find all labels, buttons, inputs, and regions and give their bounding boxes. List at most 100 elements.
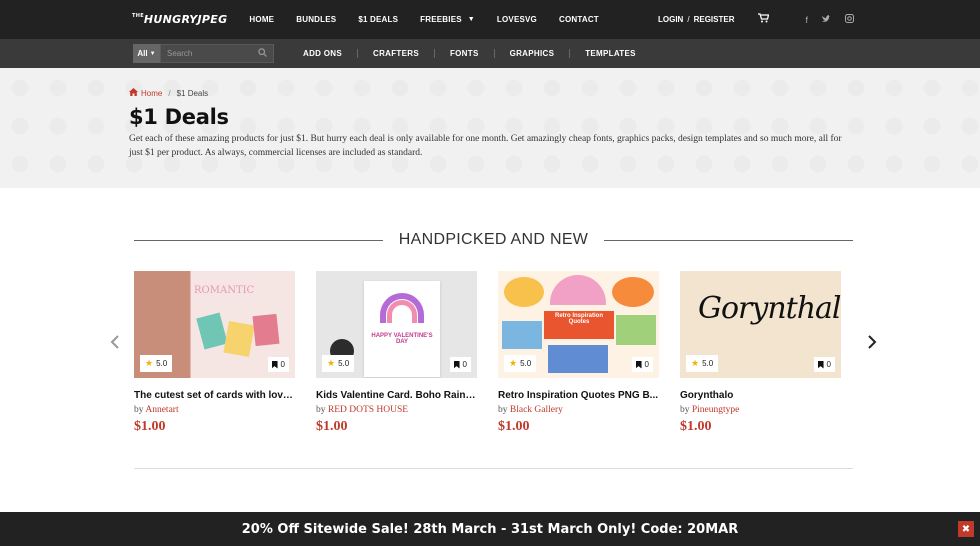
thumb-title: ROMANTIC [194, 285, 255, 296]
bookmark-icon [453, 360, 460, 369]
product-author-line: by RED DOTS HOUSE [316, 405, 477, 415]
rating-value: 5.0 [338, 359, 350, 368]
nav-freebies[interactable]: FREEBIES ▼ [420, 15, 475, 24]
product-card[interactable]: ROMANTIC ★ 5.0 0 The cutest set of cards … [134, 271, 295, 435]
section-heading: HANDPICKED AND NEW [0, 218, 980, 268]
carousel-prev-icon[interactable] [110, 335, 120, 354]
nav-bundles[interactable]: BUNDLES [296, 15, 336, 24]
heading-rule-right [604, 240, 853, 241]
save-badge[interactable]: 0 [267, 357, 289, 372]
thumb-title: HAPPY VALENTINE'S DAY [371, 333, 433, 345]
thumb-decoration [502, 321, 542, 349]
carousel-next-icon[interactable] [867, 335, 877, 354]
product-price: $1.00 [134, 419, 166, 434]
star-icon: ★ [691, 358, 700, 368]
rating-badge: ★ 5.0 [322, 355, 355, 372]
author-link[interactable]: Black Gallery [510, 405, 563, 415]
product-thumbnail[interactable]: Retro Inspiration Quotes ★ 5.0 0 [498, 271, 659, 378]
product-card[interactable]: Gorynthalo ★5.0 0 Gorynthalo by Pineungt… [680, 271, 841, 435]
section-divider [134, 468, 853, 469]
rating-badge: ★ 5.0 [504, 355, 537, 372]
category-bar: All ▼ Search ADD ONS CRAFTERS FONTS GRAPH… [0, 39, 980, 68]
product-card[interactable]: HAPPY VALENTINE'S DAY ★ 5.0 0 Kids Valent… [316, 271, 477, 435]
rainbow-decoration [387, 300, 417, 323]
instagram-icon[interactable] [845, 14, 854, 25]
product-card[interactable]: Retro Inspiration Quotes ★ 5.0 0 Retro In… [498, 271, 659, 435]
search-placeholder: Search [167, 49, 193, 58]
search-category-select[interactable]: All ▼ [133, 44, 160, 63]
product-name[interactable]: Gorynthalo [680, 390, 841, 401]
cart-icon[interactable] [758, 13, 770, 26]
category-add-ons[interactable]: ADD ONS [288, 49, 357, 58]
page-description: Get each of these amazing products for j… [129, 134, 842, 158]
register-link[interactable]: REGISTER [694, 15, 735, 24]
breadcrumb-home[interactable]: Home [129, 88, 162, 98]
page-header: Home / $1 Deals $1 Deals Get each of the… [0, 68, 980, 188]
star-icon: ★ [145, 358, 154, 368]
save-count: 0 [280, 360, 285, 369]
nav-lovesvg[interactable]: LOVESVG [497, 15, 537, 24]
thumb-decoration [612, 277, 654, 307]
category-graphics[interactable]: GRAPHICS [493, 49, 570, 58]
search-icon[interactable] [258, 48, 267, 59]
thumb-decoration [196, 312, 228, 350]
author-link[interactable]: Annetart [145, 405, 178, 415]
select-value: All [137, 49, 148, 58]
category-fonts[interactable]: FONTS [433, 49, 494, 58]
thumb-decoration [548, 345, 608, 373]
rating-badge: ★ 5.0 [140, 355, 173, 372]
star-icon: ★ [509, 358, 518, 368]
page-title: $1 Deals [129, 105, 229, 129]
rating-value: 5.0 [702, 359, 714, 368]
breadcrumb-separator: / [168, 88, 171, 98]
by-label: by [498, 405, 508, 415]
thumb-decoration [252, 313, 280, 347]
product-name[interactable]: The cutest set of cards with love l... [134, 390, 295, 401]
author-link[interactable]: RED DOTS HOUSE [328, 405, 408, 415]
product-author-line: by Annetart [134, 405, 295, 415]
nav-1-deals[interactable]: $1 DEALS [358, 15, 398, 24]
facebook-icon[interactable]: f [805, 15, 808, 25]
rating-value: 5.0 [520, 359, 532, 368]
twitter-icon[interactable] [822, 14, 831, 25]
thumb-title: Gorynthalo [698, 291, 841, 326]
product-name[interactable]: Kids Valentine Card. Boho Rainb... [316, 390, 477, 401]
star-icon: ★ [327, 358, 336, 368]
product-thumbnail[interactable]: Gorynthalo ★5.0 0 [680, 271, 841, 378]
category-crafters[interactable]: CRAFTERS [357, 49, 434, 58]
close-icon[interactable]: ✖ [958, 521, 974, 537]
search-input[interactable]: Search [160, 44, 274, 63]
login-link[interactable]: LOGIN [658, 15, 683, 24]
rating-badge: ★ 5.0 [686, 355, 719, 372]
product-thumbnail[interactable]: HAPPY VALENTINE'S DAY ★ 5.0 0 [316, 271, 477, 378]
chevron-down-icon: ▼ [149, 50, 156, 57]
auth-links: LOGIN / REGISTER [658, 15, 734, 24]
thumb-decoration [223, 320, 255, 358]
category-templates[interactable]: TEMPLATES [569, 49, 651, 58]
product-author-line: by Pineungtype [680, 405, 841, 415]
promo-banner: 20% Off Sitewide Sale! 28th March - 31st… [0, 512, 980, 546]
author-link[interactable]: Pineungtype [692, 405, 740, 415]
by-label: by [680, 405, 690, 415]
product-price: $1.00 [316, 419, 348, 434]
save-count: 0 [826, 360, 831, 369]
product-name[interactable]: Retro Inspiration Quotes PNG B... [498, 390, 659, 401]
section-title: HANDPICKED AND NEW [398, 231, 589, 248]
bookmark-icon [271, 360, 278, 369]
thumb-decoration [616, 315, 656, 345]
site-logo[interactable]: THEHUNGRYJPEG [132, 13, 227, 26]
bookmark-icon [635, 360, 642, 369]
save-badge[interactable]: 0 [813, 357, 835, 372]
save-badge[interactable]: 0 [449, 357, 471, 372]
bookmark-icon [817, 360, 824, 369]
breadcrumb-current: $1 Deals [176, 88, 209, 98]
nav-contact[interactable]: CONTACT [559, 15, 599, 24]
product-author-line: by Black Gallery [498, 405, 659, 415]
product-thumbnail[interactable]: ROMANTIC ★ 5.0 0 [134, 271, 295, 378]
home-icon [129, 88, 138, 98]
top-right: LOGIN / REGISTER f [658, 0, 854, 39]
save-badge[interactable]: 0 [631, 357, 653, 372]
product-carousel: ROMANTIC ★ 5.0 0 The cutest set of cards … [134, 271, 841, 435]
auth-separator: / [687, 15, 690, 24]
nav-home[interactable]: HOME [249, 15, 274, 24]
